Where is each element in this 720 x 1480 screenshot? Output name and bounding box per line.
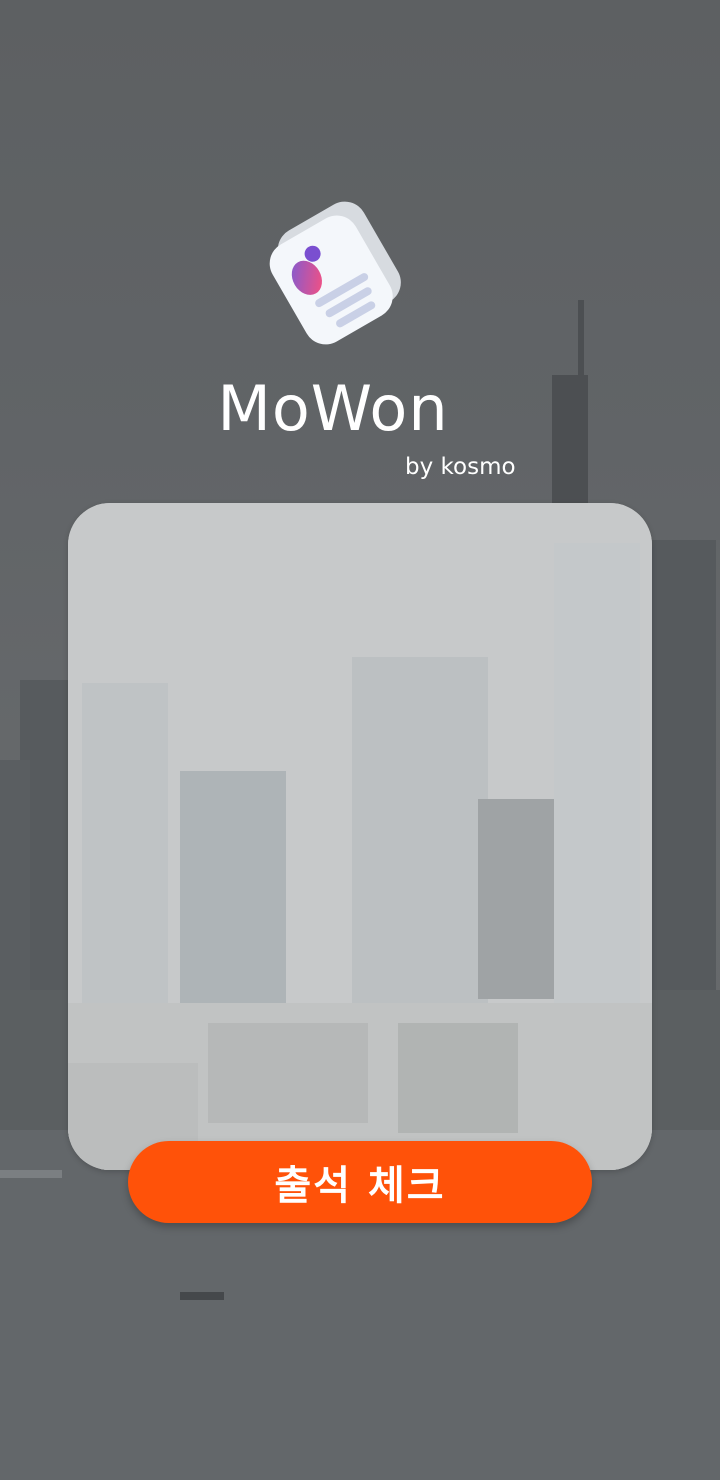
city-skyline-image	[68, 503, 652, 1170]
attendance-check-button[interactable]: 출석 체크	[128, 1141, 592, 1223]
content-card	[68, 503, 652, 1170]
attendance-app-logo-icon	[269, 201, 401, 345]
app-title: MoWon	[217, 372, 449, 445]
app-subtitle: by kosmo	[405, 454, 516, 480]
app-logo	[262, 192, 412, 352]
